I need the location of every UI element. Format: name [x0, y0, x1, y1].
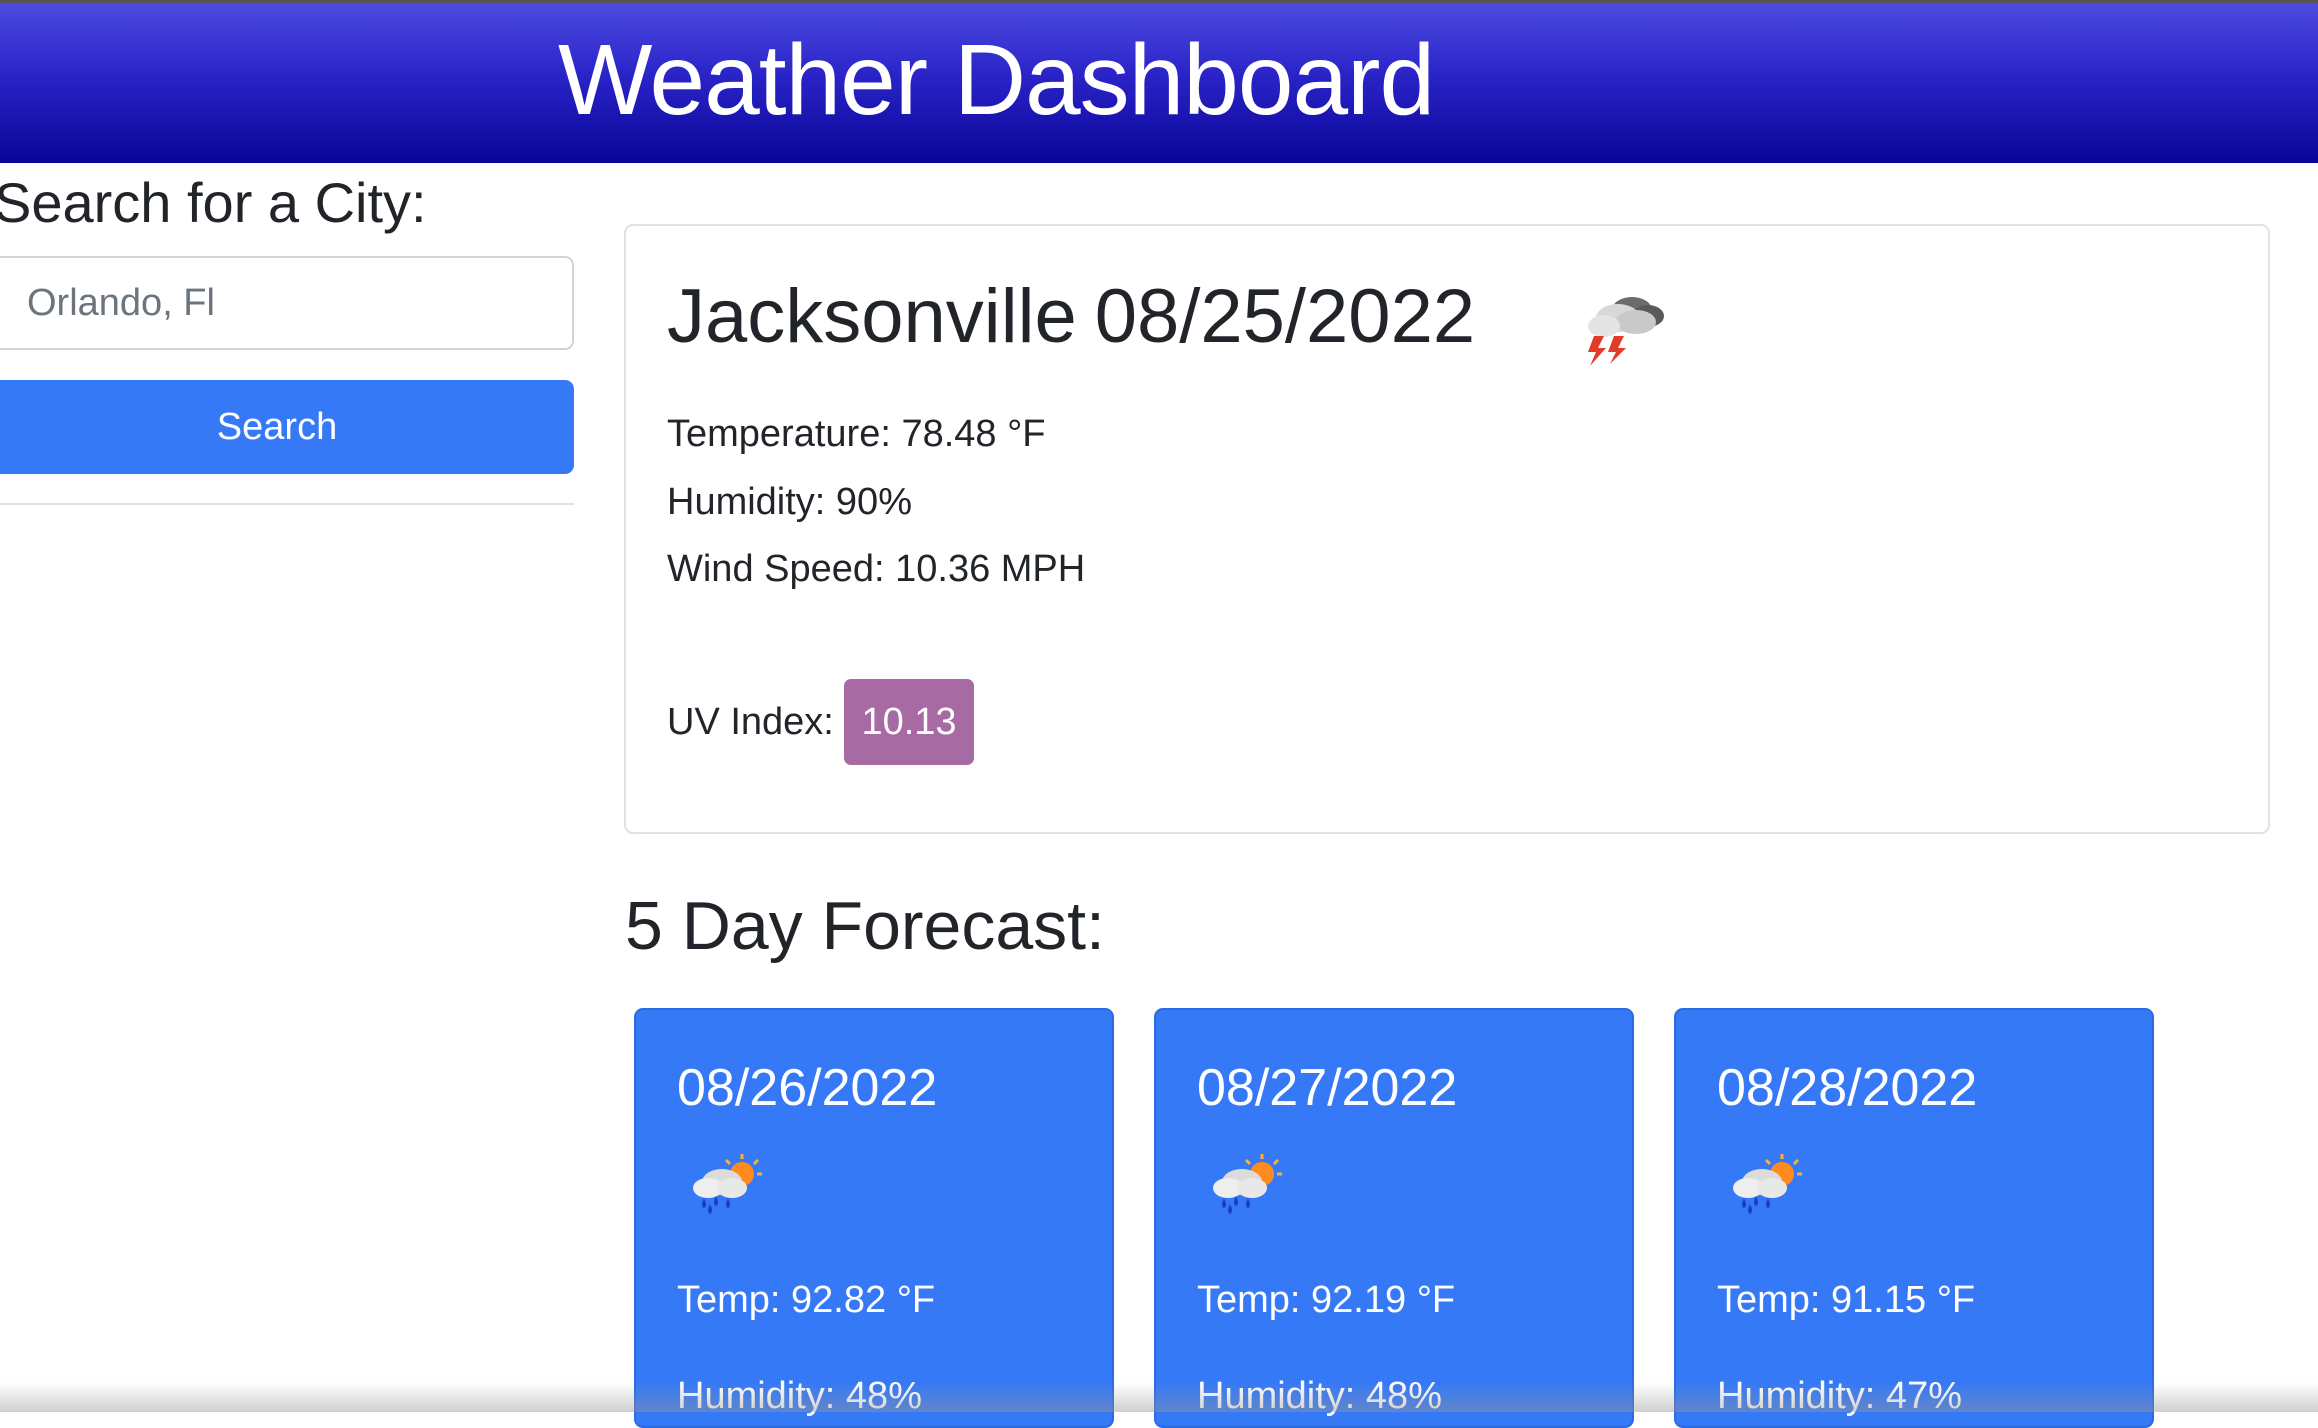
forecast-temp: Temp: 92.19 °F	[1197, 1279, 1456, 1321]
rain-sun-icon	[1213, 1154, 1282, 1214]
forecast-card: 08/26/2022 Temp: 92.82 °F Humidity: 48%	[634, 1008, 1114, 1428]
current-city-title: Jacksonville 08/25/2022	[667, 272, 1475, 362]
sidebar-divider	[0, 503, 574, 505]
current-humidity: Humidity: 90%	[667, 481, 912, 523]
rain-sun-icon	[1733, 1154, 1802, 1214]
current-city-name: Jacksonville	[667, 274, 1077, 359]
forecast-date: 08/27/2022	[1197, 1059, 1458, 1117]
forecast-card: 08/27/2022 Temp: 92.19 °F Humidity: 48%	[1154, 1008, 1634, 1428]
rain-sun-icon	[693, 1154, 762, 1214]
current-wind-speed: Wind Speed: 10.36 MPH	[667, 548, 1086, 590]
forecast-temp: Temp: 91.15 °F	[1717, 1279, 1976, 1321]
forecast-humidity: Humidity: 48%	[1197, 1375, 1442, 1417]
header-banner: Weather Dashboard	[0, 0, 2318, 163]
forecast-temp: Temp: 92.82 °F	[677, 1279, 936, 1321]
uv-index-badge: 10.13	[844, 679, 974, 765]
uv-index-label: UV Index:	[667, 701, 834, 743]
forecast-heading: 5 Day Forecast:	[625, 888, 1105, 964]
forecast-humidity: Humidity: 47%	[1717, 1375, 1962, 1417]
forecast-date: 08/26/2022	[677, 1059, 938, 1117]
current-date: 08/25/2022	[1094, 274, 1476, 359]
page-title: Weather Dashboard	[557, 24, 1435, 136]
current-weather-card: Jacksonville 08/25/2022 Temperature: 78.4…	[624, 224, 2270, 834]
current-temperature: Temperature: 78.48 °F	[667, 413, 1046, 455]
forecast-humidity: Humidity: 48%	[677, 1375, 922, 1417]
city-search-input[interactable]	[0, 256, 574, 350]
search-heading: Search for a City:	[0, 171, 427, 234]
thunderstorm-icon	[1588, 297, 1664, 366]
search-button[interactable]: Search	[0, 380, 574, 474]
forecast-card: 08/28/2022 Temp: 91.15 °F Humidity: 47%	[1674, 1008, 2154, 1428]
forecast-date: 08/28/2022	[1717, 1059, 1978, 1117]
